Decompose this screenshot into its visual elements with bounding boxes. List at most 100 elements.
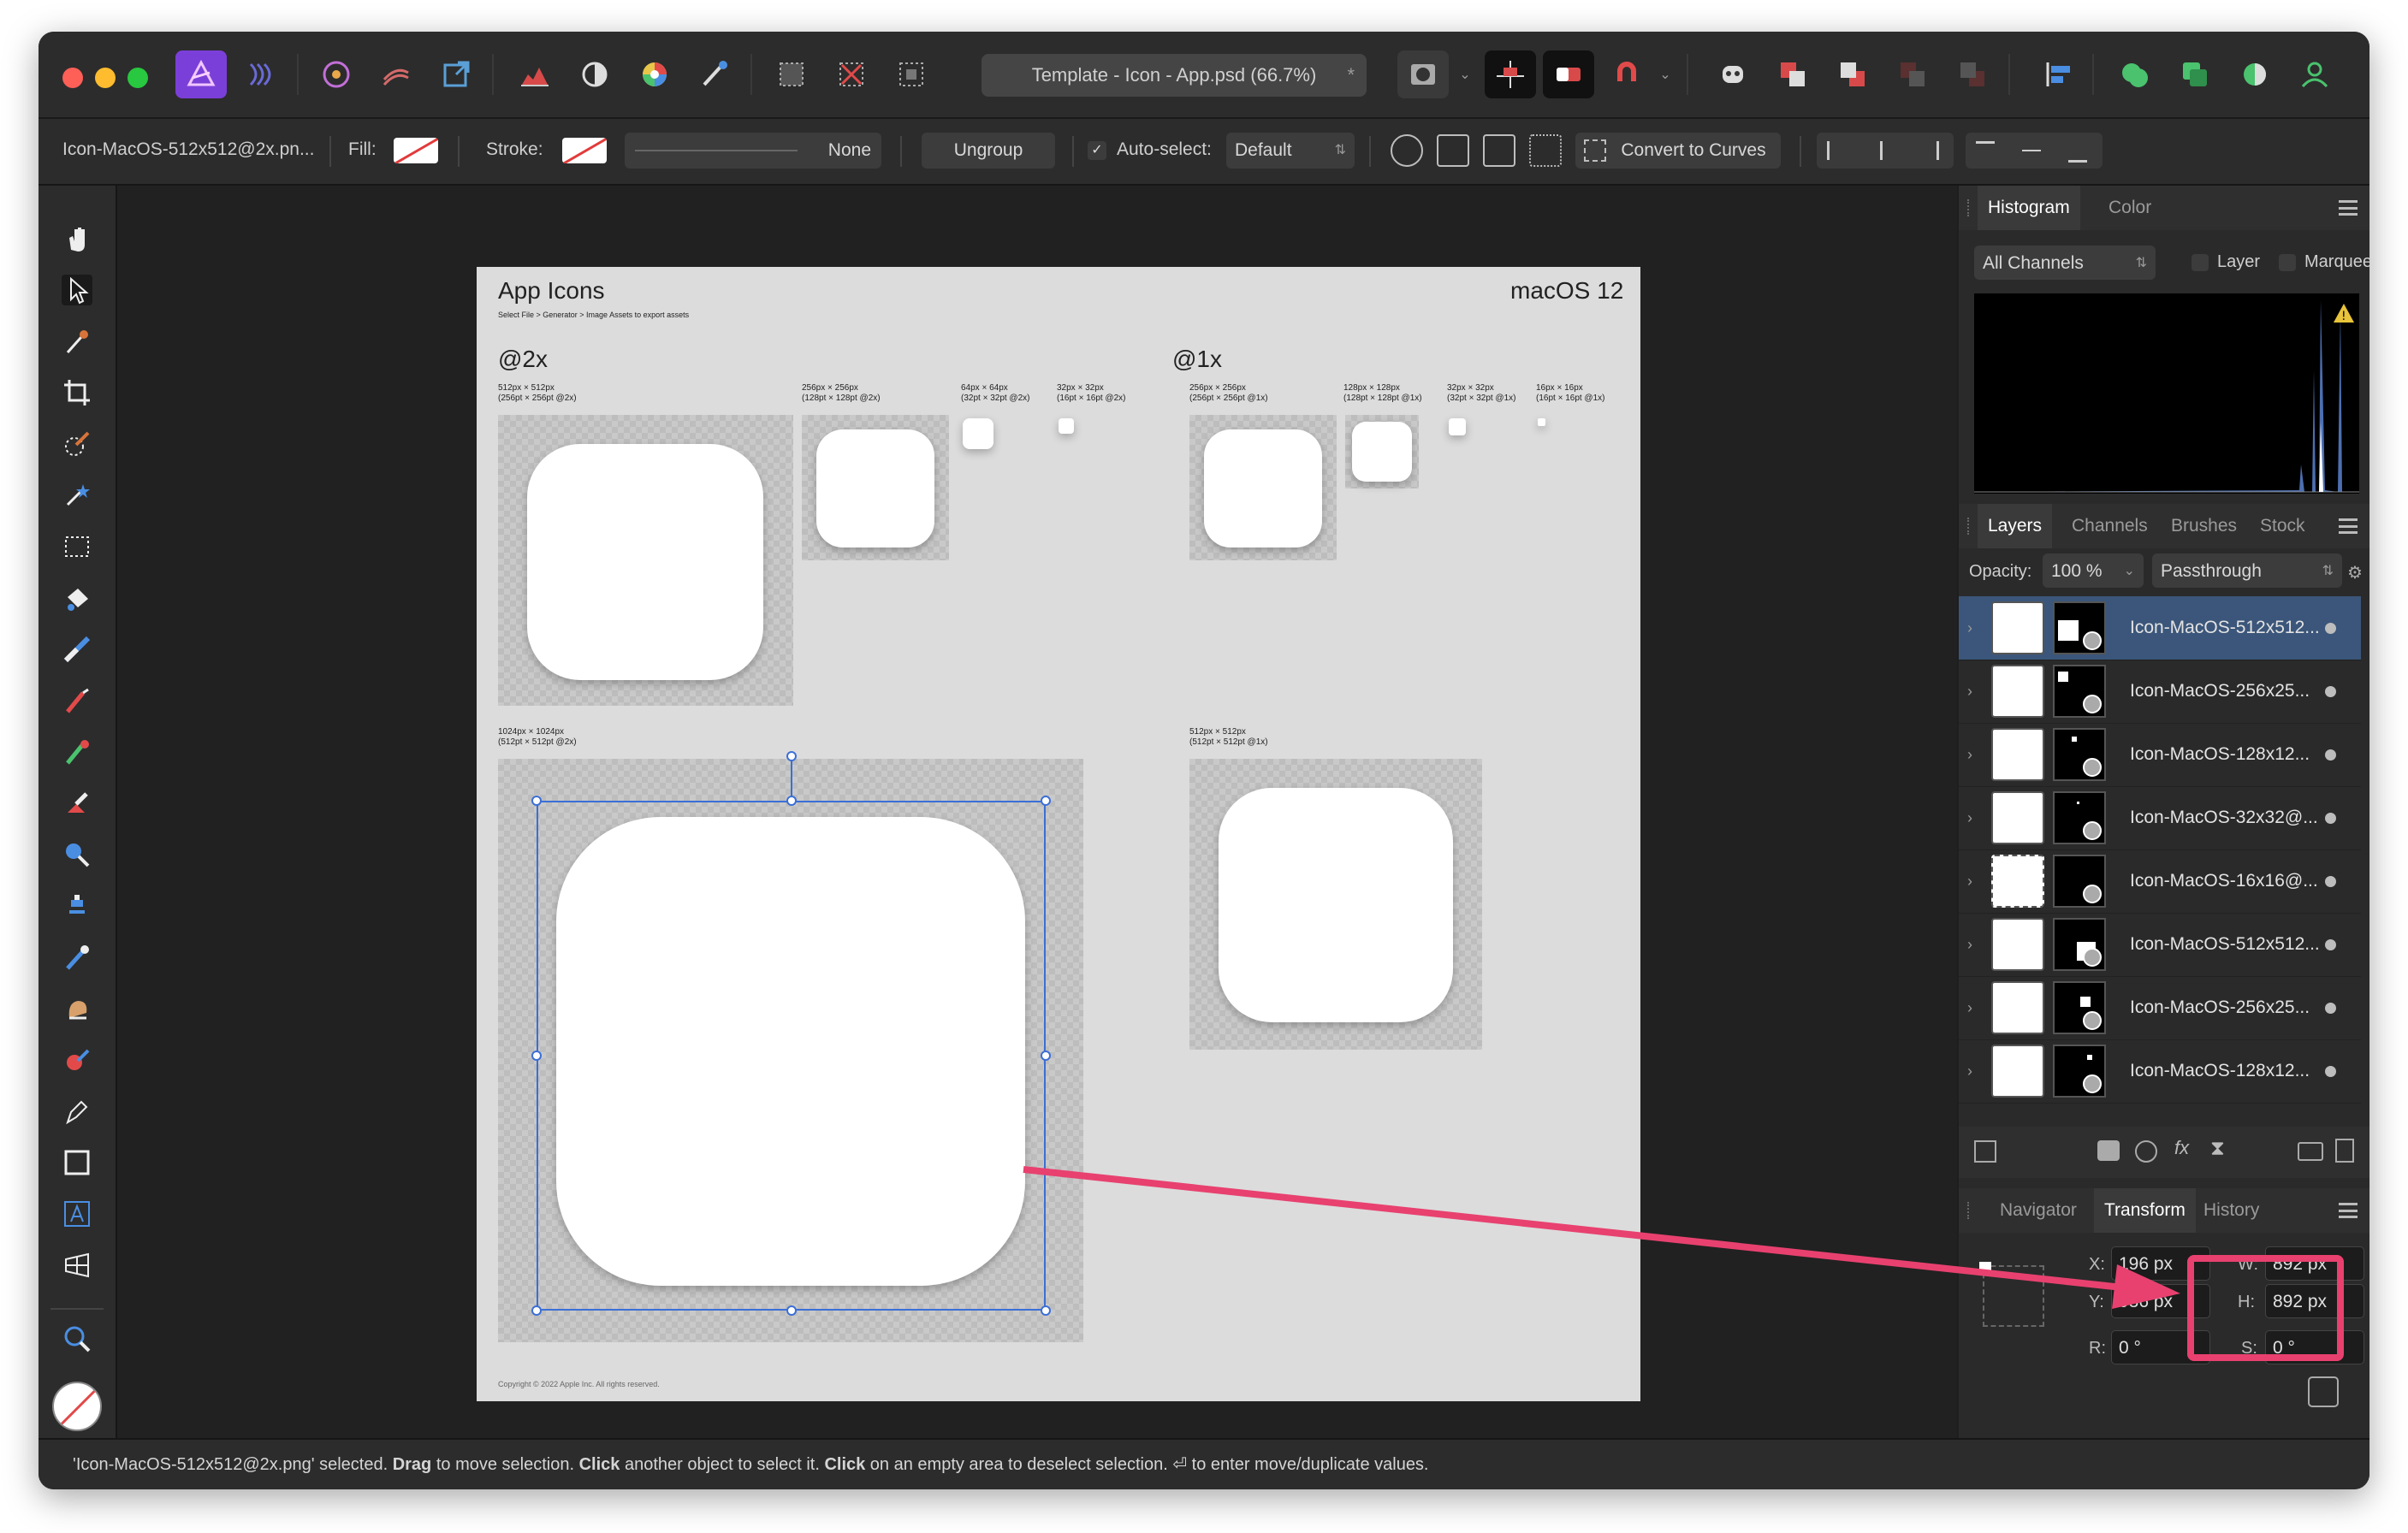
mask-layer-icon[interactable] bbox=[2097, 1140, 2120, 1161]
develop-persona-icon[interactable] bbox=[311, 50, 362, 98]
chevron-right-icon[interactable]: › bbox=[1967, 913, 1972, 976]
visibility-toggle[interactable] bbox=[2325, 686, 2336, 697]
zoom-tool-icon[interactable] bbox=[62, 1323, 92, 1354]
tone-mapping-persona-icon[interactable] bbox=[371, 50, 422, 98]
resize-handle[interactable] bbox=[786, 1305, 797, 1316]
crop-tool-icon[interactable] bbox=[62, 377, 92, 408]
tab-layers[interactable]: Layers bbox=[1978, 504, 2053, 548]
tab-channels[interactable]: Channels bbox=[2072, 504, 2148, 548]
pen-tool-icon[interactable] bbox=[62, 1096, 92, 1127]
gradient-tool-icon[interactable] bbox=[62, 634, 92, 665]
ungroup-button[interactable]: Ungroup bbox=[922, 133, 1055, 169]
flip-icon[interactable] bbox=[1483, 134, 1515, 167]
grid-icon[interactable] bbox=[1529, 134, 1562, 167]
tab-history[interactable]: History bbox=[2203, 1188, 2259, 1233]
minimize-window-button[interactable] bbox=[95, 68, 116, 88]
stroke-width-slider[interactable]: None bbox=[625, 133, 881, 169]
selection-brush-tool-icon[interactable] bbox=[62, 429, 92, 459]
align-middle-icon[interactable] bbox=[2022, 150, 2041, 151]
chevron-down-icon[interactable]: ⌄ bbox=[1452, 50, 1478, 98]
primary-color-swatch[interactable] bbox=[52, 1382, 102, 1431]
chevron-right-icon[interactable]: › bbox=[1967, 596, 1972, 660]
channel-dropdown[interactable]: All Channels ⇅ bbox=[1974, 246, 2156, 280]
brushes-icon[interactable] bbox=[689, 50, 740, 98]
resize-handle[interactable] bbox=[531, 1051, 542, 1061]
tab-color[interactable]: Color bbox=[2108, 186, 2151, 230]
icon-slot[interactable] bbox=[498, 415, 793, 706]
document-title-tab[interactable]: Template - Icon - App.psd (66.7%) * bbox=[982, 54, 1367, 97]
move-up-icon[interactable] bbox=[1887, 50, 1938, 98]
layer-row[interactable]: › Icon-MacOS-512x512... bbox=[1959, 913, 2361, 977]
arrange-back-icon[interactable] bbox=[1827, 50, 1878, 98]
star-icon[interactable]: * bbox=[1347, 54, 1355, 97]
export-persona-icon[interactable] bbox=[430, 50, 482, 98]
tab-stock[interactable]: Stock bbox=[2260, 504, 2305, 548]
layer-row[interactable]: › Icon-MacOS-16x16@... bbox=[1959, 849, 2361, 914]
anchor-grid[interactable] bbox=[1979, 1262, 2044, 1327]
histogram-view-icon[interactable] bbox=[509, 50, 560, 98]
auto-select-checkbox[interactable]: ✓ bbox=[1088, 141, 1106, 160]
arrange-forward-icon[interactable] bbox=[1767, 50, 1818, 98]
panel-menu-icon[interactable] bbox=[2339, 1203, 2358, 1218]
blemish-removal-tool-icon[interactable] bbox=[62, 942, 92, 973]
smudge-tool-icon[interactable] bbox=[62, 993, 92, 1024]
transform-origin-icon[interactable] bbox=[1391, 134, 1423, 167]
chevron-right-icon[interactable]: › bbox=[1967, 976, 1972, 1039]
icon-slot[interactable] bbox=[1189, 759, 1482, 1050]
boolean-add-icon[interactable] bbox=[2109, 50, 2161, 98]
chevron-right-icon[interactable]: › bbox=[1967, 1039, 1972, 1103]
app-icon-tile[interactable] bbox=[1204, 429, 1322, 548]
visibility-toggle[interactable] bbox=[2325, 749, 2336, 761]
invert-selection-icon[interactable] bbox=[886, 50, 937, 98]
chevron-right-icon[interactable]: › bbox=[1967, 849, 1972, 913]
opacity-field[interactable]: 100 % ⌄ bbox=[2043, 553, 2144, 588]
blend-mode-dropdown[interactable]: Passthrough ⇅ bbox=[2152, 553, 2342, 588]
boolean-subtract-icon[interactable] bbox=[2169, 50, 2221, 98]
tab-navigator[interactable]: Navigator bbox=[2000, 1188, 2077, 1233]
resize-handle[interactable] bbox=[1041, 1305, 1051, 1316]
icon-slot[interactable] bbox=[802, 415, 949, 560]
app-icon-tile[interactable] bbox=[527, 444, 763, 680]
icon-slot[interactable] bbox=[1189, 415, 1337, 560]
quick-mask-icon[interactable] bbox=[1397, 50, 1449, 98]
mesh-warp-tool-icon[interactable] bbox=[62, 1250, 92, 1281]
align-icon[interactable] bbox=[2032, 50, 2084, 98]
app-icon-tile[interactable] bbox=[1059, 418, 1074, 434]
align-right-icon[interactable] bbox=[1918, 141, 1939, 160]
visibility-toggle[interactable] bbox=[2325, 939, 2336, 950]
paint-brush-tool-icon[interactable] bbox=[62, 685, 92, 716]
visibility-toggle[interactable] bbox=[2325, 813, 2336, 824]
magnet-icon[interactable] bbox=[1601, 50, 1652, 98]
chevron-right-icon[interactable]: › bbox=[1967, 723, 1972, 786]
chevron-right-icon[interactable]: › bbox=[1967, 660, 1972, 723]
app-icon-tile[interactable] bbox=[1219, 788, 1453, 1022]
tab-histogram[interactable]: Histogram bbox=[1978, 186, 2080, 230]
resize-handle[interactable] bbox=[1041, 1051, 1051, 1061]
color-picker-tool-icon[interactable] bbox=[62, 326, 92, 357]
tab-brushes[interactable]: Brushes bbox=[2171, 504, 2237, 548]
move-down-icon[interactable] bbox=[1947, 50, 1998, 98]
affinity-photo-icon[interactable] bbox=[175, 50, 227, 98]
layer-row[interactable]: › Icon-MacOS-128x12... bbox=[1959, 723, 2361, 787]
panel-menu-icon[interactable] bbox=[2339, 200, 2358, 216]
marquee-tool-icon[interactable] bbox=[62, 531, 92, 562]
layer-row[interactable]: › Icon-MacOS-32x32@... bbox=[1959, 786, 2361, 850]
live-filter-icon[interactable]: ⧗ bbox=[2210, 1137, 2225, 1161]
align-top-icon[interactable] bbox=[1976, 141, 1995, 163]
clear-selection-icon[interactable] bbox=[826, 50, 877, 98]
layer-checkbox[interactable] bbox=[2192, 254, 2209, 271]
chevron-down-icon[interactable]: ⌄ bbox=[1652, 50, 1678, 98]
layer-row[interactable]: › Icon-MacOS-256x25... bbox=[1959, 660, 2361, 724]
add-pixel-layer-icon[interactable] bbox=[2335, 1139, 2354, 1163]
document-page[interactable]: App Icons Select File > Generator > Imag… bbox=[477, 267, 1640, 1401]
zoom-window-button[interactable] bbox=[128, 68, 148, 88]
visibility-toggle[interactable] bbox=[2325, 1003, 2336, 1014]
resize-handle[interactable] bbox=[531, 1305, 542, 1316]
fill-swatch[interactable] bbox=[394, 138, 438, 163]
red-eye-tool-icon[interactable] bbox=[62, 1045, 92, 1075]
adjustment-icon[interactable] bbox=[2135, 1140, 2157, 1163]
liquify-persona-icon[interactable] bbox=[235, 50, 287, 98]
resize-handle[interactable] bbox=[531, 796, 542, 806]
visibility-toggle[interactable] bbox=[2325, 1066, 2336, 1077]
layer-row[interactable]: › Icon-MacOS-256x25... bbox=[1959, 976, 2361, 1040]
